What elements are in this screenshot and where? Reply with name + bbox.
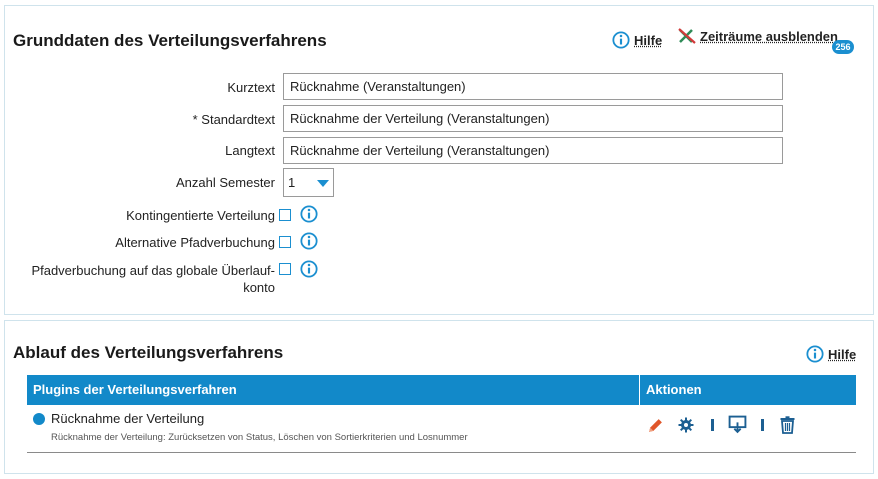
info-icon <box>806 345 824 363</box>
semester-count-value: 1 <box>288 175 296 190</box>
trash-icon[interactable] <box>779 416 796 434</box>
standardtext-label: * Standardtext <box>192 112 275 127</box>
column-divider <box>639 375 640 405</box>
help-link[interactable]: Hilfe <box>612 31 662 49</box>
hide-periods-button[interactable]: Zeiträume ausblenden <box>676 26 838 46</box>
langtext-label: Langtext <box>225 143 275 158</box>
plugin-description: Rücknahme der Verteilung: Zurücksetzen v… <box>51 432 468 443</box>
edit-pencil-icon[interactable] <box>647 417 664 434</box>
column-header-actions: Aktionen <box>646 382 702 397</box>
global-overflow-label-line1: Pfadverbuchung auf das globale Überlauf- <box>31 263 275 278</box>
separator <box>711 419 714 431</box>
global-overflow-label: Pfadverbuchung auf das globale Überlauf-… <box>31 262 275 296</box>
standardtext-input[interactable]: Rücknahme der Verteilung (Veranstaltunge… <box>283 105 783 132</box>
info-icon[interactable] <box>300 205 318 223</box>
info-icon <box>612 31 630 49</box>
help-label: Hilfe <box>634 32 663 48</box>
chevron-down-icon <box>317 180 329 187</box>
separator <box>761 419 764 431</box>
plugin-name: Rücknahme der Verteilung <box>51 411 205 426</box>
global-overflow-checkbox[interactable] <box>279 263 291 275</box>
column-header-plugins: Plugins der Verteilungsverfahren <box>33 382 237 397</box>
hide-periods-label: Zeiträume ausblenden <box>700 28 838 44</box>
contingent-distribution-label: Kontingentierte Verteilung <box>126 208 275 223</box>
kurztext-input[interactable]: Rücknahme (Veranstaltungen) <box>283 73 783 100</box>
count-badge: 256 <box>832 40 854 54</box>
kurztext-label: Kurztext <box>227 80 275 95</box>
langtext-input[interactable]: Rücknahme der Verteilung (Veranstaltunge… <box>283 137 783 164</box>
table-row: Rücknahme der Verteilung Rücknahme der V… <box>27 405 856 453</box>
alternative-path-checkbox[interactable] <box>279 236 291 248</box>
semester-count-label: Anzahl Semester <box>176 175 275 190</box>
info-icon[interactable] <box>300 260 318 278</box>
section-title-procedure-flow: Ablauf des Verteilungsverfahrens <box>13 343 284 362</box>
plugins-table-header: Plugins der Verteilungsverfahren Aktione… <box>27 375 856 405</box>
info-icon[interactable] <box>300 232 318 250</box>
help-link[interactable]: Hilfe <box>806 345 856 363</box>
section-title-basic-data: Grunddaten des Verteilungsverfahrens <box>13 31 327 50</box>
status-dot-icon <box>33 413 45 425</box>
contingent-distribution-checkbox[interactable] <box>279 209 291 221</box>
semester-count-select[interactable]: 1 <box>283 168 334 197</box>
global-overflow-label-line2: konto <box>243 280 275 295</box>
help-label: Hilfe <box>828 346 857 362</box>
settings-gear-icon[interactable] <box>678 417 694 433</box>
hide-periods-icon <box>678 28 696 44</box>
alternative-path-label: Alternative Pfadverbuchung <box>115 235 275 250</box>
download-monitor-icon[interactable] <box>728 415 747 434</box>
